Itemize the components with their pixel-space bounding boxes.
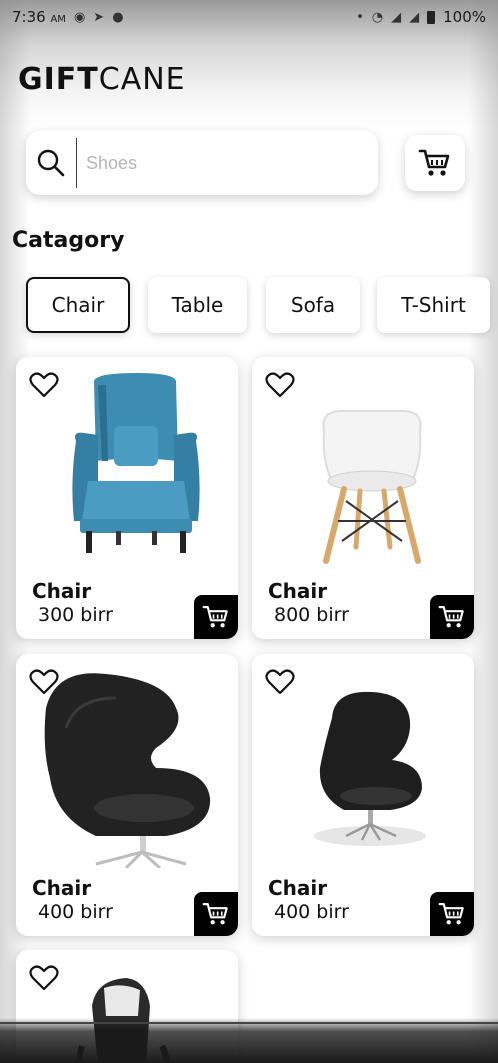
product-name: Chair bbox=[32, 876, 92, 900]
add-to-cart-button[interactable] bbox=[194, 892, 238, 936]
category-chip-sofa[interactable]: Sofa bbox=[266, 277, 360, 333]
chip-label: Sofa bbox=[290, 293, 336, 317]
logo-light: CANE bbox=[98, 62, 186, 97]
product-card[interactable]: Chair 300 birr bbox=[16, 357, 238, 639]
product-image bbox=[272, 668, 454, 868]
category-chip-table[interactable]: Table bbox=[148, 277, 247, 333]
app-icon: ● bbox=[112, 9, 124, 25]
system-navigation-bar bbox=[0, 1018, 498, 1063]
cart-icon bbox=[418, 149, 450, 176]
status-ampm: AM bbox=[50, 14, 66, 25]
product-price: 300 birr bbox=[38, 604, 113, 626]
product-image bbox=[272, 371, 454, 571]
app-logo: GIFTCANE bbox=[18, 62, 186, 97]
category-chip-tshirt[interactable]: T-Shirt bbox=[377, 277, 490, 333]
search-input[interactable] bbox=[77, 152, 337, 174]
product-name: Chair bbox=[268, 876, 328, 900]
cart-button[interactable] bbox=[405, 135, 465, 191]
heart-icon[interactable] bbox=[29, 668, 59, 696]
signal-icon: ◢ bbox=[391, 9, 402, 25]
heart-icon[interactable] bbox=[265, 668, 295, 696]
add-to-cart-button[interactable] bbox=[194, 595, 238, 639]
signal-2-icon: ◢ bbox=[409, 9, 420, 25]
battery-icon bbox=[427, 10, 436, 24]
product-image bbox=[36, 371, 218, 571]
product-price: 800 birr bbox=[274, 604, 349, 626]
record-icon: ◉ bbox=[73, 9, 86, 25]
search-box[interactable] bbox=[26, 131, 378, 195]
telegram-icon: ➤ bbox=[93, 9, 105, 25]
cart-icon bbox=[202, 606, 228, 628]
heart-icon[interactable] bbox=[265, 371, 295, 399]
product-card[interactable]: Chair 400 birr bbox=[252, 654, 474, 936]
cart-icon bbox=[438, 606, 464, 628]
battery-percent: 100% bbox=[443, 8, 486, 26]
product-card[interactable]: Chair 400 birr bbox=[16, 654, 238, 936]
chip-label: Table bbox=[171, 293, 224, 317]
heart-icon[interactable] bbox=[29, 371, 59, 399]
wifi-icon: ◔ bbox=[371, 9, 384, 25]
status-left: 7:36 AM ◉ ➤ ● bbox=[12, 8, 124, 26]
cart-icon bbox=[202, 903, 228, 925]
product-price: 400 birr bbox=[274, 901, 349, 923]
cart-icon bbox=[438, 903, 464, 925]
add-to-cart-button[interactable] bbox=[430, 595, 474, 639]
logo-bold: GIFT bbox=[18, 62, 99, 97]
dot-icon: • bbox=[356, 9, 364, 25]
product-card[interactable]: Chair 800 birr bbox=[252, 357, 474, 639]
status-time-value: 7:36 bbox=[12, 8, 46, 26]
status-right: • ◔ ◢ ◢ 100% bbox=[356, 8, 486, 26]
chip-label: Chair bbox=[51, 293, 105, 317]
search-icon[interactable] bbox=[26, 131, 76, 195]
chip-label: T-Shirt bbox=[401, 293, 466, 317]
status-bar: 7:36 AM ◉ ➤ ● • ◔ ◢ ◢ 100% bbox=[0, 0, 498, 34]
category-chip-chair[interactable]: Chair bbox=[26, 277, 130, 333]
navigation-divider bbox=[0, 1022, 498, 1024]
add-to-cart-button[interactable] bbox=[430, 892, 474, 936]
product-price: 400 birr bbox=[38, 901, 113, 923]
status-time: 7:36 AM bbox=[12, 8, 66, 26]
product-name: Chair bbox=[32, 579, 92, 603]
category-title: Catagory bbox=[12, 228, 125, 253]
product-name: Chair bbox=[268, 579, 328, 603]
heart-icon[interactable] bbox=[29, 964, 59, 992]
product-image bbox=[36, 668, 218, 870]
